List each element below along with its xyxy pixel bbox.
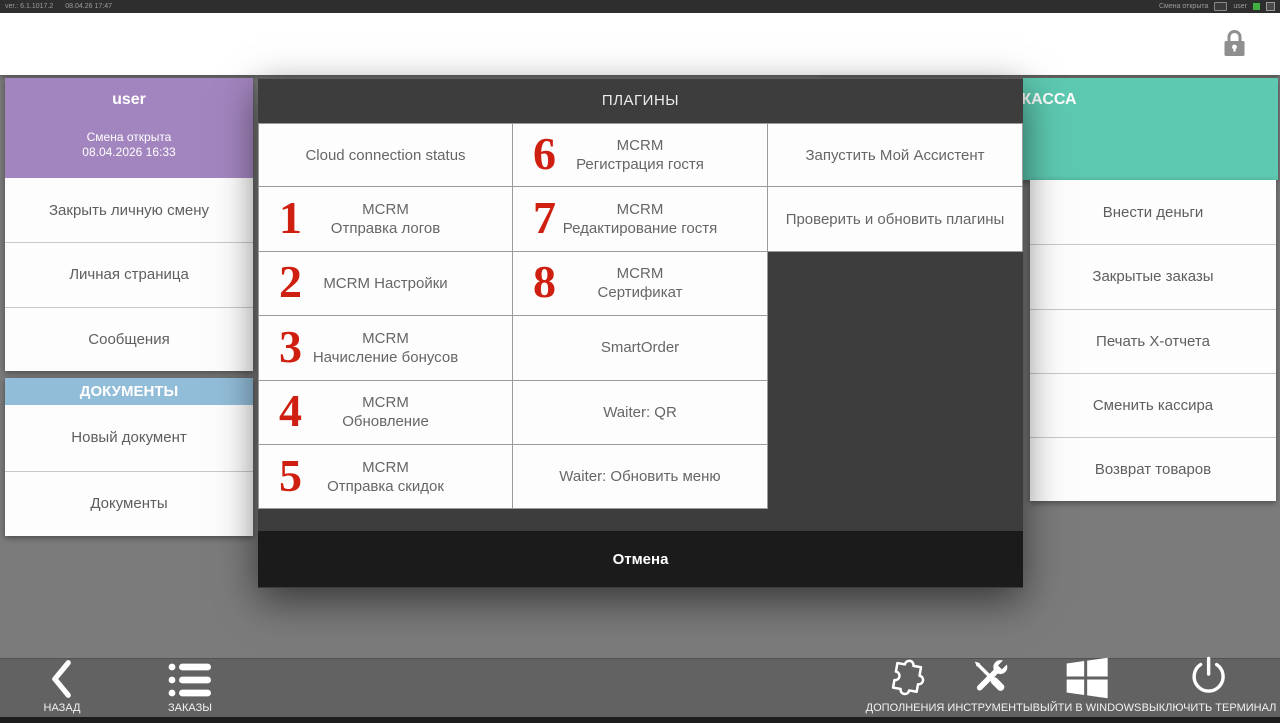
plugin-mcrm-bonus-accrual[interactable]: 3 MCRM Начисление бонусов — [258, 316, 513, 381]
os-titlebar: ver.: 6.1.1017.2 08.04.26 17:47 Смена от… — [0, 0, 1280, 13]
tools-icon — [965, 658, 1015, 700]
lock-icon[interactable] — [1221, 28, 1248, 64]
annotation-badge-5: 5 — [279, 449, 302, 501]
annotation-badge-8: 8 — [533, 256, 556, 308]
plugin-mcrm-guest-registration[interactable]: 6 MCRM Регистрация гостя — [512, 123, 768, 188]
power-icon — [1188, 656, 1230, 700]
online-indicator-icon — [1253, 3, 1260, 10]
puzzle-icon — [882, 658, 928, 700]
button-documents[interactable]: Документы — [5, 470, 253, 536]
orders-list-icon — [166, 658, 214, 700]
tools-button[interactable]: ИНСТРУМЕНТЫ — [947, 658, 1033, 714]
documents-panel-header: ДОКУМЕНТЫ — [5, 378, 253, 405]
back-button[interactable]: НАЗАД — [44, 658, 80, 714]
button-new-document[interactable]: Новый документ — [5, 405, 253, 471]
button-personal-page[interactable]: Личная страница — [5, 242, 253, 307]
button-closed-orders[interactable]: Закрытые заказы — [1030, 244, 1276, 309]
shift-open-label: Смена открыта — [86, 130, 172, 144]
annotation-badge-3: 3 — [279, 320, 302, 372]
tray-icon[interactable] — [1266, 2, 1275, 11]
shutdown-button[interactable]: ВЫКЛЮЧИТЬ ТЕРМИНАЛ — [1142, 656, 1276, 714]
plugin-mcrm-send-discounts[interactable]: 5 MCRM Отправка скидок — [258, 444, 513, 510]
annotation-badge-6: 6 — [533, 128, 556, 180]
annotation-badge-7: 7 — [533, 192, 556, 244]
app-version: ver.: 6.1.1017.2 — [5, 3, 54, 10]
titlebar-clock: 08.04.26 17:47 — [65, 3, 112, 10]
plugin-mcrm-certificate[interactable]: 8 MCRM Сертификат — [512, 251, 768, 317]
documents-panel: ДОКУМЕНТЫ Новый документ Документы — [5, 378, 253, 536]
user-name: user — [112, 91, 146, 108]
plugin-run-my-assistant[interactable]: Запустить Мой Ассистент — [767, 123, 1023, 188]
shift-status-text: Смена открыта — [1158, 3, 1209, 10]
plugin-waiter-update-menu[interactable]: Waiter: Обновить меню — [512, 444, 768, 510]
plugin-cloud-connection-status[interactable]: Cloud connection status — [258, 123, 513, 188]
user-panel: user Смена открыта 08.04.2026 16:33 Закр… — [5, 78, 253, 371]
annotation-badge-1: 1 — [279, 192, 302, 244]
orders-button[interactable]: ЗАКАЗЫ — [166, 658, 214, 714]
titlebar-user-label: user — [1233, 3, 1247, 10]
plugin-waiter-qr[interactable]: Waiter: QR — [512, 380, 768, 445]
windows-icon — [1064, 657, 1110, 700]
plugins-modal: ПЛАГИНЫ Cloud connection status 1 MCRM От… — [258, 78, 1023, 588]
shift-open-datetime: 08.04.2026 16:33 — [82, 145, 176, 159]
plugins-modal-title: ПЛАГИНЫ — [601, 92, 680, 109]
top-white-strip — [0, 13, 1280, 75]
plugin-mcrm-guest-edit[interactable]: 7 MCRM Редактирование гостя — [512, 187, 768, 252]
documents-title: ДОКУМЕНТЫ — [79, 383, 179, 400]
annotation-badge-4: 4 — [279, 385, 302, 437]
plugins-grid: Cloud connection status 1 MCRM Отправка л… — [258, 123, 1023, 510]
bottom-black-strip — [0, 717, 1280, 723]
button-print-x-report[interactable]: Печать X-отчета — [1030, 308, 1276, 373]
plugin-check-update-plugins[interactable]: Проверить и обновить плагины — [767, 187, 1023, 252]
printer-status-icon — [1214, 2, 1228, 11]
cancel-button[interactable]: Отмена — [258, 531, 1023, 587]
back-chevron-icon — [48, 658, 76, 700]
button-messages[interactable]: Сообщения — [5, 306, 253, 371]
plugin-mcrm-send-logs[interactable]: 1 MCRM Отправка логов — [258, 187, 513, 252]
button-change-cashier[interactable]: Сменить кассира — [1030, 372, 1276, 438]
annotation-badge-2: 2 — [279, 256, 302, 308]
addons-button[interactable]: ДОПОЛНЕНИЯ — [866, 658, 944, 714]
plugin-smartorder[interactable]: SmartOrder — [512, 316, 768, 381]
button-close-personal-shift[interactable]: Закрыть личную смену — [5, 178, 253, 243]
exit-windows-button[interactable]: ВЫЙТИ В WINDOWS — [1033, 657, 1141, 714]
plugin-mcrm-settings[interactable]: 2 MCRM Настройки — [258, 251, 513, 317]
user-panel-header: user Смена открыта 08.04.2026 16:33 — [5, 78, 253, 178]
button-return-goods[interactable]: Возврат товаров — [1030, 437, 1276, 502]
button-deposit-money[interactable]: Внести деньги — [1030, 180, 1276, 245]
plugin-mcrm-update[interactable]: 4 MCRM Обновление — [258, 380, 513, 445]
bottom-toolbar: НАЗАД ЗАКАЗЫ ДОПОЛНЕНИЯ ИНСТРУМЕНТЫ ВЫЙТ… — [0, 656, 1280, 717]
